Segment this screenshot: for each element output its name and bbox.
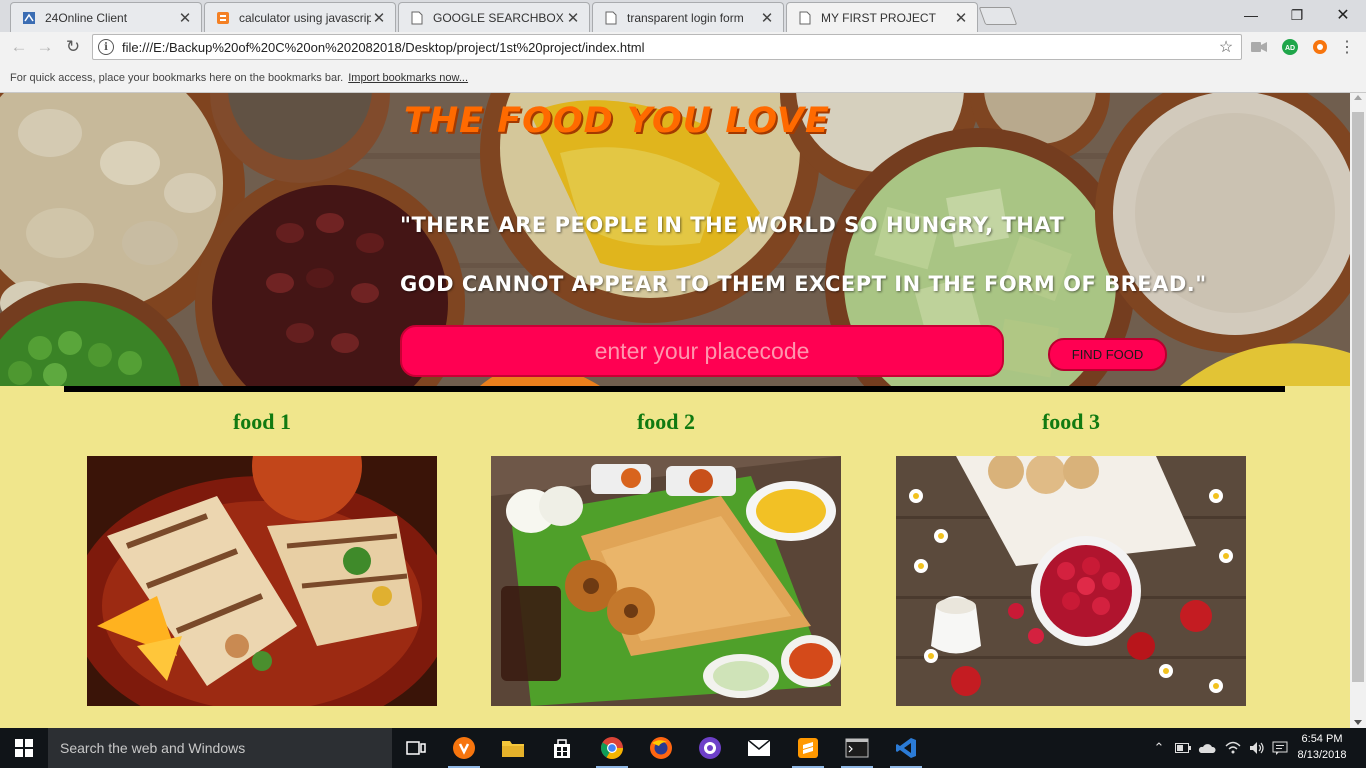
store-icon[interactable] (538, 728, 586, 768)
system-clock[interactable]: 6:54 PM 8/13/2018 (1292, 731, 1352, 763)
taskbar-search-box[interactable]: Search the web and Windows (48, 728, 392, 768)
camera-icon[interactable] (1250, 38, 1268, 56)
food-3-image-raspberries[interactable] (896, 456, 1246, 706)
windows-taskbar: Search the web and Windows ⌃ 6:54 PM 8/1… (0, 728, 1366, 768)
find-food-button[interactable]: FIND FOOD (1048, 338, 1167, 371)
bookmarks-bar: For quick access, place your bookmarks h… (0, 63, 1366, 93)
avast-browser-icon[interactable] (440, 728, 488, 768)
stackoverflow-icon (215, 10, 231, 26)
forward-arrow-icon[interactable]: → (34, 36, 56, 58)
clock-date: 8/13/2018 (1297, 749, 1347, 761)
hero-divider (64, 386, 1285, 392)
chrome-icon[interactable] (588, 728, 636, 768)
vscode-icon[interactable] (882, 728, 930, 768)
svg-text:AD: AD (1285, 45, 1295, 52)
close-tab-icon[interactable]: ✕ (565, 9, 581, 27)
scroll-up-arrow-icon[interactable] (1354, 95, 1362, 100)
tab-title: GOOGLE SEARCHBOX (433, 10, 564, 25)
tab-transparent-login[interactable]: transparent login form ✕ (592, 2, 784, 32)
placecode-search-input[interactable] (400, 325, 1004, 377)
info-icon[interactable]: i (98, 39, 114, 55)
file-explorer-icon[interactable] (489, 728, 537, 768)
chevron-up-icon[interactable]: ⌃ (1150, 728, 1168, 768)
close-tab-icon[interactable]: ✕ (371, 9, 387, 27)
back-arrow-icon[interactable]: ← (8, 36, 30, 58)
tab-title: calculator using javascrip (239, 10, 371, 25)
tab-strip: 24Online Client ✕ calculator using javas… (0, 0, 1366, 33)
minimize-icon[interactable]: — (1228, 0, 1274, 30)
windows-start-icon[interactable] (0, 728, 48, 768)
page-title: THE FOOD YOU LOVE (404, 101, 830, 141)
tab-24online[interactable]: 24Online Client ✕ (10, 2, 202, 32)
tab-google-searchbox[interactable]: GOOGLE SEARCHBOX ✕ (398, 2, 590, 32)
github-desktop-icon[interactable] (686, 728, 734, 768)
sublime-text-icon[interactable] (784, 728, 832, 768)
close-tab-icon[interactable]: ✕ (953, 9, 969, 27)
avast-icon[interactable] (1311, 38, 1329, 56)
firefox-icon[interactable] (637, 728, 685, 768)
tab-title: transparent login form (627, 10, 744, 25)
import-bookmarks-link[interactable]: Import bookmarks now... (348, 72, 468, 84)
command-prompt-icon[interactable] (833, 728, 881, 768)
bookmarks-hint: For quick access, place your bookmarks h… (10, 71, 344, 84)
globe-icon (21, 10, 37, 26)
wifi-icon[interactable] (1222, 728, 1244, 768)
onedrive-icon[interactable] (1196, 728, 1218, 768)
page-viewport: THE FOOD YOU LOVE "THERE ARE PEOPLE IN T… (0, 93, 1350, 728)
close-window-icon[interactable]: ✕ (1320, 0, 1366, 30)
new-tab-button[interactable] (978, 7, 1018, 25)
food-1-image-burritos[interactable] (87, 456, 437, 706)
mail-icon[interactable] (735, 728, 783, 768)
page-scrollbar[interactable] (1350, 93, 1366, 728)
tab-calculator[interactable]: calculator using javascrip ✕ (204, 2, 396, 32)
food-3-label: food 3 (1041, 409, 1101, 434)
document-icon (797, 10, 813, 26)
quote-line-2: GOD CANNOT APPEAR TO THEM EXCEPT IN THE … (400, 272, 1207, 296)
tab-title: 24Online Client (45, 10, 128, 25)
url-text[interactable]: file:///E:/Backup%20of%20C%20on%20208201… (122, 40, 1215, 55)
tab-title: MY FIRST PROJECT (821, 11, 936, 25)
bookmark-star-icon[interactable]: ☆ (1215, 37, 1237, 57)
battery-icon[interactable] (1172, 728, 1194, 768)
scroll-down-arrow-icon[interactable] (1354, 720, 1362, 725)
notifications-icon[interactable] (1270, 728, 1290, 768)
reload-icon[interactable]: ↻ (62, 36, 84, 58)
document-icon (603, 10, 619, 26)
volume-icon[interactable] (1246, 728, 1268, 768)
tab-my-first-project[interactable]: MY FIRST PROJECT ✕ (786, 2, 978, 33)
restore-icon[interactable]: ❐ (1274, 0, 1320, 30)
close-tab-icon[interactable]: ✕ (177, 9, 193, 27)
clock-time: 6:54 PM (1301, 733, 1343, 745)
quote-line-1: "THERE ARE PEOPLE IN THE WORLD SO HUNGRY… (400, 213, 1065, 237)
food-1-label: food 1 (232, 409, 292, 434)
menu-icon[interactable]: ⋮ (1338, 38, 1356, 56)
food-2-image-dosa[interactable] (491, 456, 841, 706)
task-view-icon[interactable] (392, 728, 440, 768)
extension-ad-icon[interactable]: AD (1281, 38, 1299, 56)
document-icon (409, 10, 425, 26)
close-tab-icon[interactable]: ✕ (759, 9, 775, 27)
scrollbar-thumb[interactable] (1352, 112, 1364, 682)
browser-toolbar: ← → ↻ i file:///E:/Backup%20of%20C%20on%… (0, 32, 1366, 63)
hero-banner: THE FOOD YOU LOVE "THERE ARE PEOPLE IN T… (0, 93, 1350, 386)
food-2-label: food 2 (636, 409, 696, 434)
address-bar[interactable]: i file:///E:/Backup%20of%20C%20on%202082… (92, 34, 1242, 60)
